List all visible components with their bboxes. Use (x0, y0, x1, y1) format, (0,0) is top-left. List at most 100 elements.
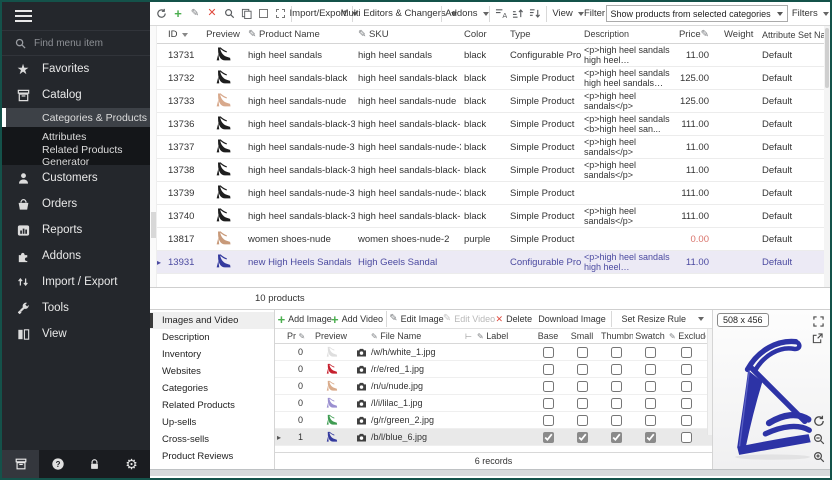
column-header-description[interactable]: Description (581, 29, 675, 40)
lock-icon[interactable] (76, 450, 113, 478)
store-button[interactable] (2, 450, 39, 478)
swatch-checkbox[interactable] (645, 347, 656, 358)
product-row[interactable]: 13732 high heel sandals-black high heel … (157, 67, 824, 90)
sort-desc-button[interactable] (527, 5, 543, 23)
exclude-checkbox[interactable] (681, 364, 692, 375)
column-header-exclude[interactable]: ✎ Exclude (667, 331, 706, 341)
column-header-small[interactable]: Small (565, 331, 599, 341)
help-button[interactable]: ? (39, 450, 76, 478)
exclude-checkbox[interactable] (681, 415, 692, 426)
grid-vertical-scrollbar[interactable] (824, 26, 830, 287)
copy-button[interactable] (238, 5, 254, 23)
view-menu[interactable]: View (550, 5, 584, 23)
column-header-base[interactable]: Base (531, 331, 565, 341)
detail-tab[interactable]: Images and Video (150, 312, 274, 329)
set-resize-rule-button[interactable]: Set Resize Rule (616, 310, 688, 328)
filter-flag-icon[interactable]: ⊢ (463, 332, 475, 341)
sidebar-item-customers[interactable]: Customers (2, 165, 150, 191)
gear-icon[interactable]: ⚙ (113, 450, 150, 478)
column-header-id[interactable]: ID (165, 29, 201, 40)
detail-tab[interactable]: Cross-sells (150, 431, 274, 448)
sort-asc-button[interactable] (510, 5, 526, 23)
base-checkbox[interactable] (543, 432, 554, 443)
product-row[interactable]: 13737 high heel sandals-nude-36 high hee… (157, 136, 824, 159)
base-checkbox[interactable] (543, 347, 554, 358)
thumbnail-checkbox[interactable] (611, 347, 622, 358)
grid-left-scrollbar[interactable] (150, 26, 157, 287)
addons-menu[interactable]: Addons (445, 5, 486, 23)
refresh-button[interactable] (153, 5, 169, 23)
exclude-checkbox[interactable] (681, 381, 692, 392)
product-row[interactable]: 13740 high heel sandals-black-38 high he… (157, 205, 824, 228)
zoom-out-icon[interactable] (812, 432, 825, 445)
column-header-sku[interactable]: ✎ SKU (355, 29, 461, 40)
sidebar-item-orders[interactable]: Orders (2, 191, 150, 217)
product-row[interactable]: 13817 women shoes-nude women shoes-nude-… (157, 228, 824, 251)
small-checkbox[interactable] (577, 347, 588, 358)
paste-special-button[interactable] (272, 5, 288, 23)
small-checkbox[interactable] (577, 398, 588, 409)
sidebar-item-reports[interactable]: Reports (2, 217, 150, 243)
column-header-price[interactable]: Price✎ (675, 29, 721, 40)
column-header-thumbnail[interactable]: Thumbna (599, 331, 633, 341)
exclude-checkbox[interactable] (681, 347, 692, 358)
small-checkbox[interactable] (577, 364, 588, 375)
base-checkbox[interactable] (543, 364, 554, 375)
sidebar-item-addons[interactable]: Addons (2, 243, 150, 269)
column-header-swatch[interactable]: Swatch (633, 331, 667, 341)
open-external-icon[interactable] (811, 332, 824, 345)
sidebar-subitem[interactable]: Related Products Generator (2, 146, 150, 165)
column-header-type[interactable]: Type (507, 29, 581, 40)
delete-product-button[interactable]: ✕ (204, 5, 220, 23)
add-video-button[interactable]: + Add Video (332, 310, 381, 328)
exclude-checkbox[interactable] (681, 398, 692, 409)
detail-tab[interactable]: Categories (150, 380, 274, 397)
filter-az-button[interactable]: A (493, 5, 509, 23)
product-row[interactable]: 13739 high heel sandals-nude-37 high hee… (157, 182, 824, 205)
image-row[interactable]: 1 /b/l/blue_6.jpg (275, 429, 712, 446)
small-checkbox[interactable] (577, 432, 588, 443)
checkbox-select-button[interactable] (255, 5, 271, 23)
detail-tab[interactable]: Up-sells (150, 414, 274, 431)
column-header-image-preview[interactable]: Preview (309, 331, 353, 341)
product-row[interactable]: 13731 high heel sandals high heel sandal… (157, 44, 824, 67)
image-row[interactable]: 0 /l/i/lilac_1.jpg (275, 395, 712, 412)
sidebar-item-tools[interactable]: Tools (2, 295, 150, 321)
sidebar-item-import-export[interactable]: Import / Export (2, 269, 150, 295)
sidebar-item-catalog[interactable]: Catalog (2, 82, 150, 108)
image-row[interactable]: 0 /g/r/green_2.jpg (275, 412, 712, 429)
column-header-weight[interactable]: Weight (721, 29, 759, 40)
product-row[interactable]: 13738 high heel sandals-black-37 high he… (157, 159, 824, 182)
delete-image-button[interactable]: ✕ Delete (496, 310, 532, 328)
sidebar-item-favorites[interactable]: ★ Favorites (2, 56, 150, 82)
column-header-position[interactable]: Pr ✎ (285, 331, 309, 341)
hamburger-menu-button[interactable] (2, 2, 150, 30)
column-header-product-name[interactable]: ✎ Product Name (245, 29, 355, 40)
swatch-checkbox[interactable] (645, 398, 656, 409)
swatch-checkbox[interactable] (645, 415, 656, 426)
detail-tab[interactable]: Inventory (150, 346, 274, 363)
detail-tab[interactable]: Description (150, 329, 274, 346)
image-row[interactable]: 0 /r/e/red_1.jpg (275, 361, 712, 378)
column-header-attribute-set[interactable]: Attribute Set Name (759, 30, 827, 40)
column-header-file-name[interactable]: ✎ File Name (369, 331, 463, 341)
swatch-checkbox[interactable] (645, 381, 656, 392)
product-row[interactable]: 13733 high heel sandals-nude high heel s… (157, 90, 824, 113)
multi-editors-menu[interactable]: Multi Editors & Changers (356, 5, 438, 23)
thumbnail-checkbox[interactable] (611, 381, 622, 392)
detail-tab[interactable]: Related Products (150, 397, 274, 414)
image-row[interactable]: 0 /w/h/white_1.jpg (275, 344, 712, 361)
rotate-icon[interactable] (812, 414, 825, 427)
detail-tab[interactable]: Websites (150, 363, 274, 380)
menu-search-input[interactable] (34, 38, 134, 49)
small-checkbox[interactable] (577, 415, 588, 426)
sidebar-subitem[interactable]: Categories & Products (2, 108, 150, 127)
column-header-color[interactable]: Color (461, 29, 507, 40)
base-checkbox[interactable] (543, 415, 554, 426)
zoom-in-icon[interactable] (812, 450, 825, 463)
thumbnail-checkbox[interactable] (611, 432, 622, 443)
fullscreen-icon[interactable] (812, 315, 825, 328)
column-header-label[interactable]: ✎ Label (475, 331, 531, 341)
add-product-button[interactable]: + (170, 5, 186, 23)
thumbnail-checkbox[interactable] (611, 415, 622, 426)
